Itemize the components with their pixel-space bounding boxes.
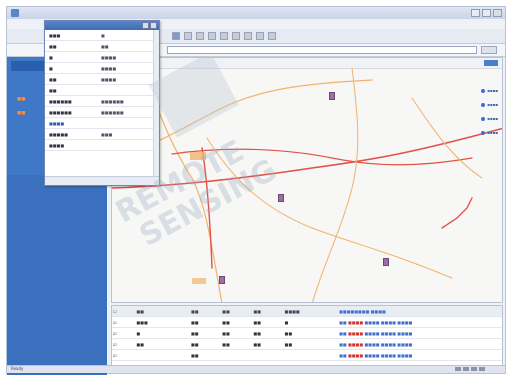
data-table: ☐ ■■ ■■ ■■ ■■ ■■■■ ■■■■■■■■ ■■■■ ☑ ■■■ ■■ ■■ ■■ ■ ■■…: [111, 305, 503, 371]
dialog-close-icon[interactable]: [150, 22, 157, 29]
close-icon[interactable]: [493, 9, 502, 17]
legend-item[interactable]: ▪▪▪▪: [481, 88, 498, 93]
status-bar: Ready: [7, 365, 505, 373]
toolbar-button[interactable]: [220, 32, 228, 40]
toolbar-button[interactable]: [196, 32, 204, 40]
status-text: Ready: [11, 366, 24, 371]
dialog-titlebar: [45, 21, 159, 30]
map-marker-icon[interactable]: [277, 193, 284, 202]
toolbar-button[interactable]: [184, 32, 192, 40]
road-secondary: [312, 68, 359, 302]
road-main: [171, 148, 473, 166]
tray-icon[interactable]: [479, 367, 485, 371]
attribute-row[interactable]: ■■■■: [45, 140, 159, 151]
attribute-row[interactable]: ■ ■■■■: [45, 52, 159, 63]
toolbar-button[interactable]: [268, 32, 276, 40]
attribute-dialog: ■■■ ■ ■■ ■■ ■ ■■■■ ■ ■■■■ ■■ ■■■■ ■■ ■■■■■■ ■■…: [44, 20, 160, 186]
toolbar-button[interactable]: [256, 32, 264, 40]
map-marker-icon[interactable]: [383, 257, 390, 266]
tray-icon[interactable]: [463, 367, 469, 371]
table-row[interactable]: ☑■■■■■■■■■■■■ ■■■■ ■■■■ ■■■■ ■■■■: [112, 338, 502, 350]
city-area: [190, 152, 206, 160]
system-tray: [455, 367, 485, 371]
road-network: [112, 68, 502, 302]
map-marker-icon[interactable]: [328, 92, 335, 101]
window-controls: [471, 9, 502, 17]
maximize-icon[interactable]: [482, 9, 491, 17]
legend-dot-icon: [481, 116, 486, 121]
map-view[interactable]: ▪▪▪▪ ▪▪▪▪ ▪▪▪▪ ▪▪▪▪: [111, 57, 503, 303]
tray-icon[interactable]: [471, 367, 477, 371]
table-row[interactable]: ☑ ■■ ■■ ■■■■ ■■■■ ■■■■ ■■■■: [112, 349, 502, 361]
toolbar-button[interactable]: [232, 32, 240, 40]
dialog-minimize-icon[interactable]: [142, 22, 149, 29]
road-main: [112, 127, 502, 189]
sidebar-pane: [7, 175, 107, 375]
address-input[interactable]: [167, 46, 477, 54]
road-main: [441, 197, 473, 229]
map-marker-icon[interactable]: [218, 276, 225, 285]
table-header-row: ☐ ■■ ■■ ■■ ■■ ■■■■ ■■■■■■■■ ■■■■: [112, 306, 502, 317]
road-secondary: [206, 137, 453, 279]
legend-item[interactable]: ▪▪▪▪: [481, 130, 498, 135]
road-secondary: [411, 97, 483, 179]
legend-item[interactable]: ▪▪▪▪: [481, 116, 498, 121]
attribute-row[interactable]: ■■: [45, 85, 159, 96]
legend-item[interactable]: ▪▪▪▪: [481, 102, 498, 107]
attribute-row[interactable]: ■■ ■■■■: [45, 74, 159, 85]
minimize-icon[interactable]: [471, 9, 480, 17]
attribute-row[interactable]: ■■■■■■ ■■■■■■: [45, 107, 159, 118]
dialog-scrollbar[interactable]: [153, 30, 159, 177]
table-row[interactable]: ☑ ■ ■■ ■■ ■■ ■■ ■■ ■■■■ ■■■■ ■■■■ ■■■■: [112, 327, 502, 339]
map-mode-badge[interactable]: [484, 60, 498, 66]
attribute-row[interactable]: ■■■■■ ■■■: [45, 129, 159, 140]
go-button[interactable]: [481, 46, 497, 54]
map-legend: ▪▪▪▪ ▪▪▪▪ ▪▪▪▪ ▪▪▪▪: [481, 88, 498, 135]
attribute-row[interactable]: ■ ■■■■: [45, 63, 159, 74]
tray-icon[interactable]: [455, 367, 461, 371]
attribute-row[interactable]: ■■■■: [45, 30, 159, 41]
city-area: [192, 278, 206, 284]
sidebar-item[interactable]: ■■: [17, 97, 26, 102]
app-icon: [11, 9, 19, 17]
attribute-row[interactable]: ■■■■: [45, 118, 159, 129]
dialog-footer: [45, 176, 159, 185]
sidebar-item[interactable]: ■■: [17, 111, 26, 116]
legend-dot-icon: [481, 88, 486, 93]
attribute-row[interactable]: ■■■■: [45, 41, 159, 52]
legend-dot-icon: [481, 130, 486, 135]
legend-dot-icon: [481, 102, 486, 107]
toolbar-button[interactable]: [244, 32, 252, 40]
toolbar-button[interactable]: [172, 32, 180, 40]
toolbar-button[interactable]: [208, 32, 216, 40]
table-row[interactable]: ☑■■■■■■■■■■■■ ■■■■ ■■■■ ■■■■ ■■■■: [112, 316, 502, 328]
attribute-row[interactable]: ■■■■■■ ■■■■■■: [45, 96, 159, 107]
